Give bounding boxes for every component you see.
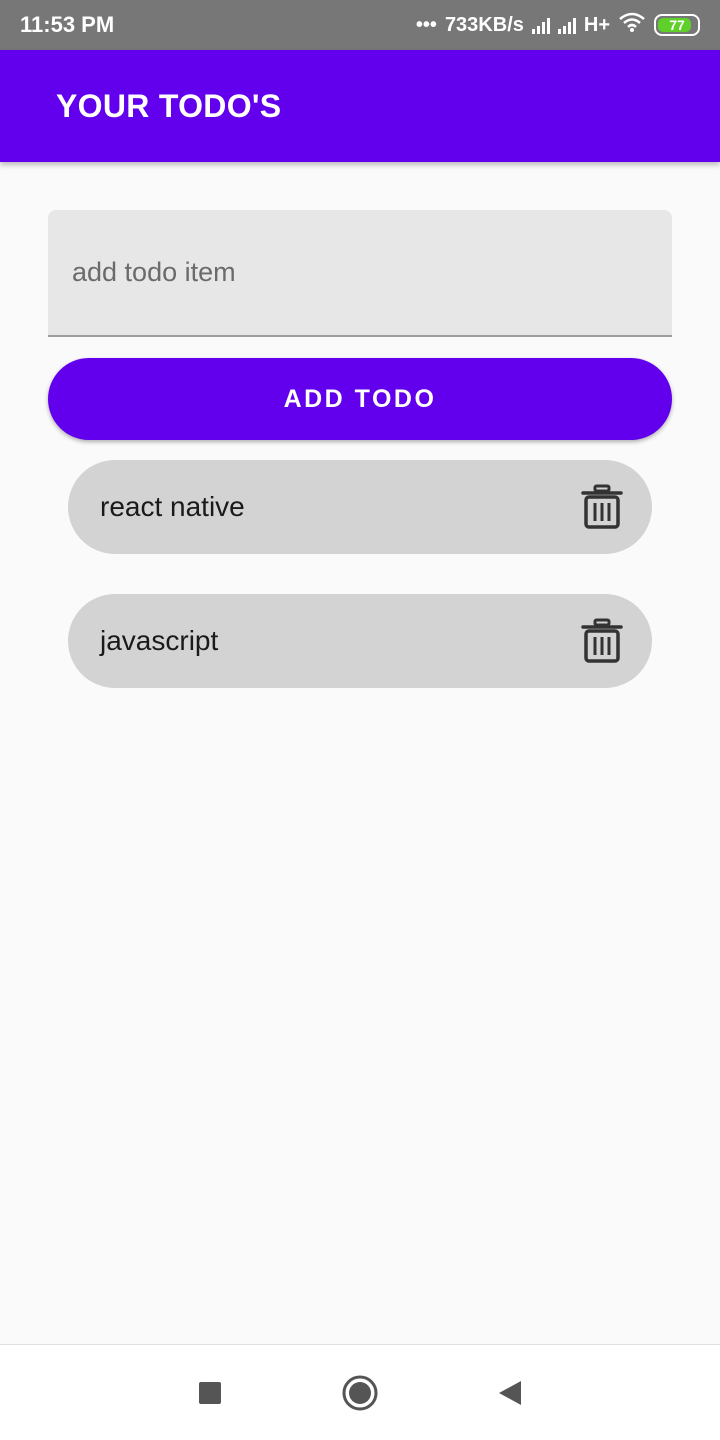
status-bar: 11:53 PM ••• 733KB/s H+ 77 bbox=[0, 0, 720, 50]
signal-icon-2 bbox=[557, 16, 576, 34]
app-bar: YOUR TODO'S bbox=[0, 50, 720, 162]
battery-icon: 77 bbox=[654, 14, 700, 36]
back-triangle-icon[interactable] bbox=[485, 1368, 535, 1418]
trash-icon[interactable] bbox=[580, 484, 624, 530]
network-speed: 733KB/s bbox=[444, 13, 524, 36]
status-time: 11:53 PM bbox=[20, 12, 115, 37]
todo-item-text: react native bbox=[100, 491, 245, 522]
home-circle-icon[interactable] bbox=[335, 1368, 385, 1418]
todo-item[interactable]: react native bbox=[68, 460, 652, 554]
app-title: YOUR TODO'S bbox=[56, 87, 282, 124]
signal-icon bbox=[531, 16, 550, 34]
todo-input[interactable] bbox=[48, 210, 672, 335]
system-nav-bar bbox=[0, 1344, 720, 1440]
todo-input-container bbox=[48, 210, 672, 337]
trash-icon[interactable] bbox=[580, 618, 624, 664]
dots-icon: ••• bbox=[415, 13, 437, 36]
add-todo-button[interactable]: ADD TODO bbox=[48, 358, 672, 440]
battery-level: 77 bbox=[669, 17, 685, 33]
wifi-icon bbox=[618, 11, 646, 39]
recents-square-icon[interactable] bbox=[185, 1368, 235, 1418]
status-icons: ••• 733KB/s H+ 77 bbox=[416, 11, 700, 39]
todo-item[interactable]: javascript bbox=[68, 594, 652, 688]
network-type: H+ bbox=[583, 13, 610, 36]
todo-item-text: javascript bbox=[100, 625, 219, 656]
